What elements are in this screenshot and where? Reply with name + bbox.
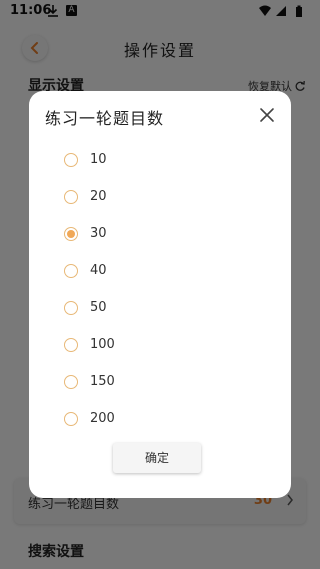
dialog-title: 练习一轮题目数 — [45, 109, 165, 128]
option-item[interactable]: 30 — [29, 215, 291, 252]
radio-button[interactable] — [64, 411, 78, 426]
option-item[interactable]: 200 — [29, 400, 291, 437]
option-label: 200 — [90, 411, 115, 426]
option-label: 50 — [90, 300, 107, 315]
radio-button[interactable] — [64, 263, 78, 278]
option-label: 30 — [90, 226, 107, 241]
option-label: 40 — [90, 263, 107, 278]
confirm-button[interactable]: 确定 — [113, 443, 201, 473]
option-item[interactable]: 10 — [29, 141, 291, 178]
radio-button[interactable] — [64, 189, 78, 204]
radio-button[interactable] — [64, 337, 78, 352]
radio-button[interactable] — [64, 300, 78, 315]
navigation-bar — [0, 561, 320, 569]
option-item[interactable]: 40 — [29, 252, 291, 289]
radio-button[interactable] — [64, 374, 78, 389]
radio-button-checked[interactable] — [64, 226, 78, 241]
option-item[interactable]: 50 — [29, 289, 291, 326]
radio-button[interactable] — [64, 152, 78, 167]
option-item[interactable]: 100 — [29, 326, 291, 363]
option-label: 150 — [90, 374, 115, 389]
option-label: 20 — [90, 189, 107, 204]
option-item[interactable]: 150 — [29, 363, 291, 400]
option-list: 10 20 30 40 50 100 150 200 — [29, 141, 291, 437]
close-icon[interactable] — [259, 107, 275, 123]
option-item[interactable]: 20 — [29, 178, 291, 215]
option-label: 100 — [90, 337, 115, 352]
practice-count-dialog: 练习一轮题目数 10 20 30 40 50 100 150 200 确定 — [29, 91, 291, 498]
option-label: 10 — [90, 152, 107, 167]
